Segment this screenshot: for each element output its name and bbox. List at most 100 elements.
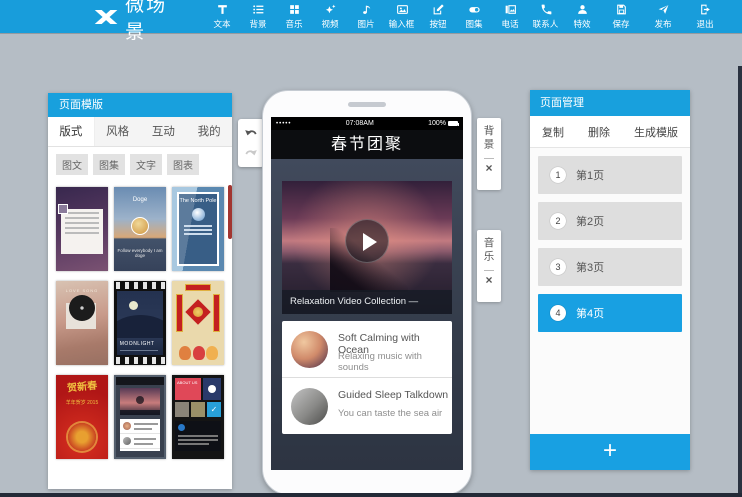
template-thumb-he-xin-chun[interactable]: 贺新春 羊年贺岁 2015 [56,375,108,459]
filter-text[interactable]: 文字 [130,154,162,175]
thumb-avatar [58,204,68,214]
play-icon[interactable] [345,219,389,263]
undo-icon[interactable] [244,127,258,139]
publish-button[interactable]: 发布 [642,0,684,33]
page-manager-title: 页面管理 [530,90,690,116]
copy-page-button[interactable]: 复制 [542,124,564,140]
template-panel-title: 页面模版 [48,93,232,117]
toolbar-effects-button[interactable]: 特效 [564,0,600,33]
list-item[interactable]: Guided Sleep Talkdown You can taste the … [282,377,452,433]
page-content: Relaxation Video Collection — Soft Calmi… [271,159,463,470]
toolbar-gallery-button[interactable]: 图集 [456,0,492,33]
video-caption: Relaxation Video Collection — [282,290,452,314]
tab-layout[interactable]: 版式 [48,117,95,146]
page-item-2[interactable]: 2 第2页 [538,202,682,240]
film-holes [114,282,166,289]
template-thumb-relaxation-active[interactable] [114,375,166,459]
film-holes [114,357,166,364]
bottom-edge-strip [0,493,742,497]
delete-page-button[interactable]: 删除 [588,124,610,140]
template-thumb-metro-tiles[interactable]: ABOUT US ✓ [172,375,224,459]
history-box [238,119,264,167]
fu-seal [193,307,203,317]
filter-image-text[interactable]: 图文 [56,154,88,175]
tile [191,402,205,417]
exit-button[interactable]: 退出 [684,0,726,33]
tab-mine[interactable]: 我的 [186,117,232,146]
toolbar-input-button[interactable]: 输入框 [384,0,420,33]
toolbar-phone-button[interactable]: 电话 [492,0,528,33]
top-toolbar: 微场景 文本 背景 音乐 视频 图片 输入框 按钮 [0,0,742,33]
page-manager-panel: 页面管理 复制 删除 生成模版 1 第1页 2 第2页 3 第3页 4 第4页 [530,90,690,470]
page-title[interactable]: 春节团聚 [271,130,463,159]
music-side-tab[interactable]: 音乐 × [477,230,501,302]
figure [179,346,191,360]
text-icon [216,3,229,16]
tab-interactive[interactable]: 互动 [141,117,187,146]
battery-icon [448,121,458,126]
thumb-avatar [131,217,149,235]
couplet [176,294,183,332]
toggle-icon [468,3,481,16]
toolbar-music-button[interactable]: 音乐 [276,0,312,33]
add-page-button[interactable]: + [530,434,690,470]
signal-dots: ••••• [276,121,292,127]
close-icon[interactable]: × [485,274,492,286]
status-time: 07:08AM [292,120,429,127]
tab-style[interactable]: 风格 [95,117,141,146]
send-icon [657,3,670,16]
hill [117,315,163,338]
audio-list-card[interactable]: Soft Calming with Ocean Relaxing music w… [282,321,452,434]
figure [193,346,205,360]
background-side-tab[interactable]: 背景 × [477,118,501,190]
phone-speaker [348,102,386,107]
figure [206,346,218,360]
thumb-frame: The North Pole [177,192,219,266]
page-item-1[interactable]: 1 第1页 [538,156,682,194]
thumb-avatar [192,208,205,221]
template-grid: Doge Follow everybody I am doge The Nort… [48,179,232,467]
close-icon[interactable]: × [485,162,492,174]
person-icon [576,3,589,16]
right-edge-strip [738,66,742,497]
mini-video [120,388,160,415]
redo-icon[interactable] [244,147,258,159]
list-icon [252,3,265,16]
filter-gallery[interactable]: 图集 [93,154,125,175]
phone-tile [203,378,221,400]
toolbar-background-button[interactable]: 背景 [240,0,276,33]
toolbar-button-button[interactable]: 按钮 [420,0,456,33]
phone-screen: ••••• 07:08AM 100% 春节团聚 Relaxation Video… [271,117,463,470]
template-thumb-north-pole[interactable]: The North Pole [172,187,224,271]
app-logo: 微场景 [93,0,180,44]
generate-template-button[interactable]: 生成模版 [634,124,678,140]
battery-percent: 100% [428,120,446,127]
edit-icon [432,3,445,16]
toolbar-video-button[interactable]: 视频 [312,0,348,33]
page-item-3[interactable]: 3 第3页 [538,248,682,286]
toolbar-text-button[interactable]: 文本 [204,0,240,33]
template-thumb-moonlight[interactable]: MOONLIGHT [114,281,166,365]
scrollbar-thumb[interactable] [228,185,232,239]
image-bar-icon [504,3,517,16]
template-filters: 图文 图集 文字 图表 [48,147,232,179]
grid-icon [288,3,301,16]
video-element[interactable]: Relaxation Video Collection — [282,181,452,314]
save-icon [615,3,628,16]
template-thumb-doge[interactable]: Doge Follow everybody I am doge [114,187,166,271]
exit-icon [699,3,712,16]
thumb-card [61,209,104,254]
gold-ornament [68,423,96,451]
music-note-icon [360,3,373,16]
save-button[interactable]: 保存 [600,0,642,33]
template-thumb-purple-card[interactable] [56,187,108,271]
filter-chart[interactable]: 图表 [167,154,199,175]
template-thumb-cny-gold[interactable] [172,281,224,365]
toolbar-image-button[interactable]: 图片 [348,0,384,33]
list-item-avatar [291,331,328,368]
toolbar-contacts-button[interactable]: 联系人 [528,0,564,33]
template-thumb-love-song[interactable]: LOVE SONG [56,281,108,365]
page-list: 1 第1页 2 第2页 3 第3页 4 第4页 [530,148,690,348]
list-item[interactable]: Soft Calming with Ocean Relaxing music w… [282,321,452,377]
page-item-4[interactable]: 4 第4页 [538,294,682,332]
